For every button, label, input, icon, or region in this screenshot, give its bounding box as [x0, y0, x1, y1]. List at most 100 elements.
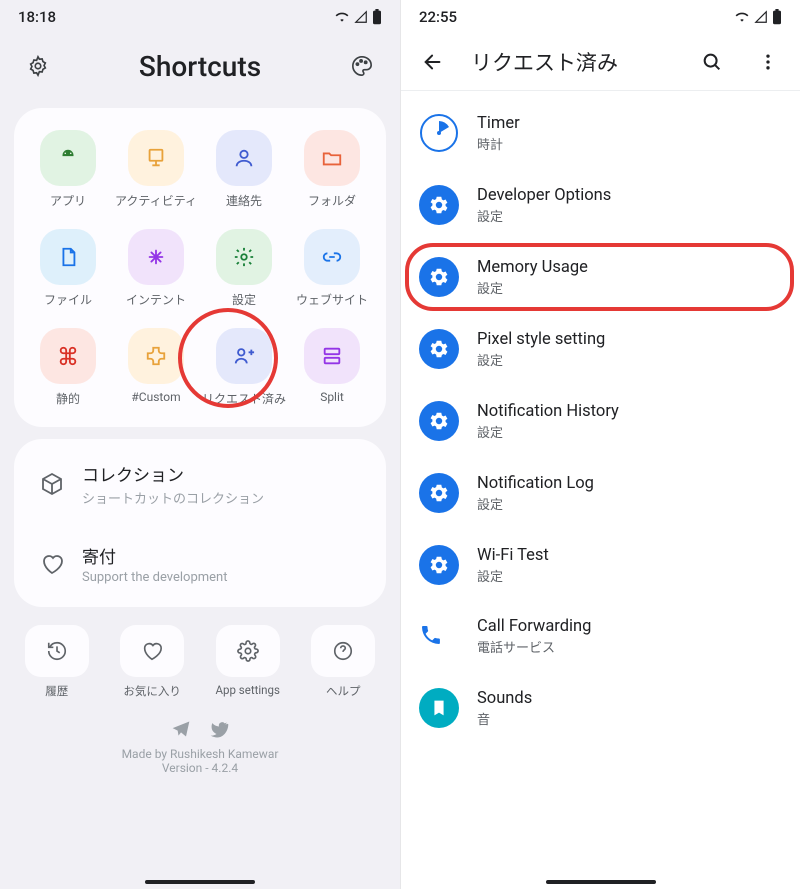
gear-icon [419, 545, 459, 585]
gear-icon [419, 473, 459, 513]
tile-gear[interactable]: 設定 [200, 225, 288, 318]
activity-icon [128, 130, 184, 186]
signal-icon [754, 10, 768, 24]
history-icon [25, 625, 89, 677]
request-item[interactable]: Pixel style setting設定 [401, 313, 800, 385]
gear2-icon [216, 625, 280, 677]
request-item[interactable]: Sounds音 [401, 672, 800, 744]
wifi-icon [334, 10, 350, 24]
footer-credit: Made by Rushikesh Kamewar [0, 747, 400, 761]
item-title: Notification Log [477, 474, 594, 493]
gear-icon [216, 229, 272, 285]
collection-card: コレクションショートカットのコレクション寄付Support the develo… [14, 439, 386, 607]
cmd-icon [40, 328, 96, 384]
file-icon [40, 229, 96, 285]
tile-label: アクティビティ [115, 192, 197, 209]
phone-icon [419, 623, 459, 651]
item-title: Developer Options [477, 186, 611, 205]
gear-icon [419, 329, 459, 369]
item-title: Call Forwarding [477, 617, 591, 636]
tile-ext[interactable]: #Custom [112, 324, 200, 417]
tile-label: ファイル [44, 291, 92, 308]
telegram-icon[interactable] [171, 719, 191, 739]
bottom-shortcut-row: 履歴 お気に入り App settings ヘルプ [0, 619, 400, 709]
bottom-label: お気に入り [123, 683, 181, 699]
bottom-label: 履歴 [45, 683, 68, 699]
contact-icon [216, 130, 272, 186]
nav-pill[interactable] [145, 880, 255, 884]
gear-icon [419, 401, 459, 441]
search-icon[interactable] [694, 44, 730, 80]
tile-label: 設定 [232, 291, 256, 308]
row-sub: Support the development [82, 570, 227, 585]
request-item[interactable]: Developer Options設定 [401, 169, 800, 241]
footer: Made by Rushikesh Kamewar Version - 4.2.… [0, 709, 400, 775]
bottom-label: App settings [216, 683, 280, 697]
request-item[interactable]: Notification Log設定 [401, 457, 800, 529]
sounds-icon [419, 688, 459, 728]
item-sub: 設定 [477, 206, 611, 225]
tile-label: 連絡先 [226, 192, 262, 209]
tile-file[interactable]: ファイル [24, 225, 112, 318]
split-icon [304, 328, 360, 384]
item-sub: 設定 [477, 422, 619, 441]
status-bar: 22:55 [401, 0, 800, 30]
heart-icon [38, 550, 66, 578]
tile-split[interactable]: Split [288, 324, 376, 417]
tile-folder[interactable]: フォルダ [288, 126, 376, 219]
ext-icon [128, 328, 184, 384]
request-item[interactable]: Call Forwarding電話サービス [401, 601, 800, 672]
tile-intent[interactable]: インテント [112, 225, 200, 318]
bottom-gear2[interactable]: App settings [216, 625, 280, 699]
list-row-cube[interactable]: コレクションショートカットのコレクション [18, 443, 382, 525]
folder-icon [304, 130, 360, 186]
palette-icon[interactable] [344, 48, 380, 84]
list-row-heart[interactable]: 寄付Support the development [18, 525, 382, 603]
request-item[interactable]: Timer時計 [401, 97, 800, 169]
item-title: Sounds [477, 689, 532, 708]
shortcut-type-grid: アプリアクティビティ 連絡先 フォルダファイル インテント 設定 ウェブサイト静的 #Cus… [14, 108, 386, 427]
tile-req[interactable]: リクエスト済み [200, 324, 288, 417]
nav-pill[interactable] [546, 880, 656, 884]
highlight-box [405, 243, 794, 311]
item-sub: 音 [477, 709, 532, 728]
requested-list: Timer時計Developer Options設定Memory Usage設定… [401, 91, 800, 750]
req-icon [216, 328, 272, 384]
signal-icon [354, 10, 368, 24]
bottom-history[interactable]: 履歴 [25, 625, 89, 699]
more-menu-icon[interactable] [750, 44, 786, 80]
tile-label: 静的 [56, 390, 80, 407]
android-icon [40, 130, 96, 186]
list-title: リクエスト済み [471, 47, 674, 77]
tile-label: インテント [126, 291, 186, 308]
item-sub: 設定 [477, 566, 549, 585]
back-arrow-icon[interactable] [415, 44, 451, 80]
status-time: 22:55 [419, 8, 457, 26]
wifi-icon [734, 10, 750, 24]
settings-gear-icon[interactable] [20, 48, 56, 84]
item-sub: 電話サービス [477, 637, 591, 656]
tile-contact[interactable]: 連絡先 [200, 126, 288, 219]
status-icons [334, 9, 382, 25]
request-item[interactable]: Notification History設定 [401, 385, 800, 457]
tile-android[interactable]: アプリ [24, 126, 112, 219]
footer-version: Version - 4.2.4 [0, 761, 400, 775]
request-item[interactable]: Memory Usage設定 [401, 241, 800, 313]
item-sub: 設定 [477, 350, 605, 369]
tile-label: Split [320, 390, 344, 404]
bottom-help[interactable]: ヘルプ [311, 625, 375, 699]
tile-cmd[interactable]: 静的 [24, 324, 112, 417]
bottom-heart[interactable]: お気に入り [120, 625, 184, 699]
tile-label: #Custom [131, 390, 180, 404]
tile-activity[interactable]: アクティビティ [112, 126, 200, 219]
requested-list-screen: 22:55 リクエスト済み Timer時計Developer Options設定… [400, 0, 800, 889]
row-sub: ショートカットのコレクション [82, 488, 264, 507]
request-item[interactable]: Wi-Fi Test設定 [401, 529, 800, 601]
item-title: Notification History [477, 402, 619, 421]
item-sub: 設定 [477, 278, 588, 297]
twitter-icon[interactable] [209, 719, 229, 739]
battery-icon [372, 9, 382, 25]
help-icon [311, 625, 375, 677]
link-icon [304, 229, 360, 285]
tile-link[interactable]: ウェブサイト [288, 225, 376, 318]
